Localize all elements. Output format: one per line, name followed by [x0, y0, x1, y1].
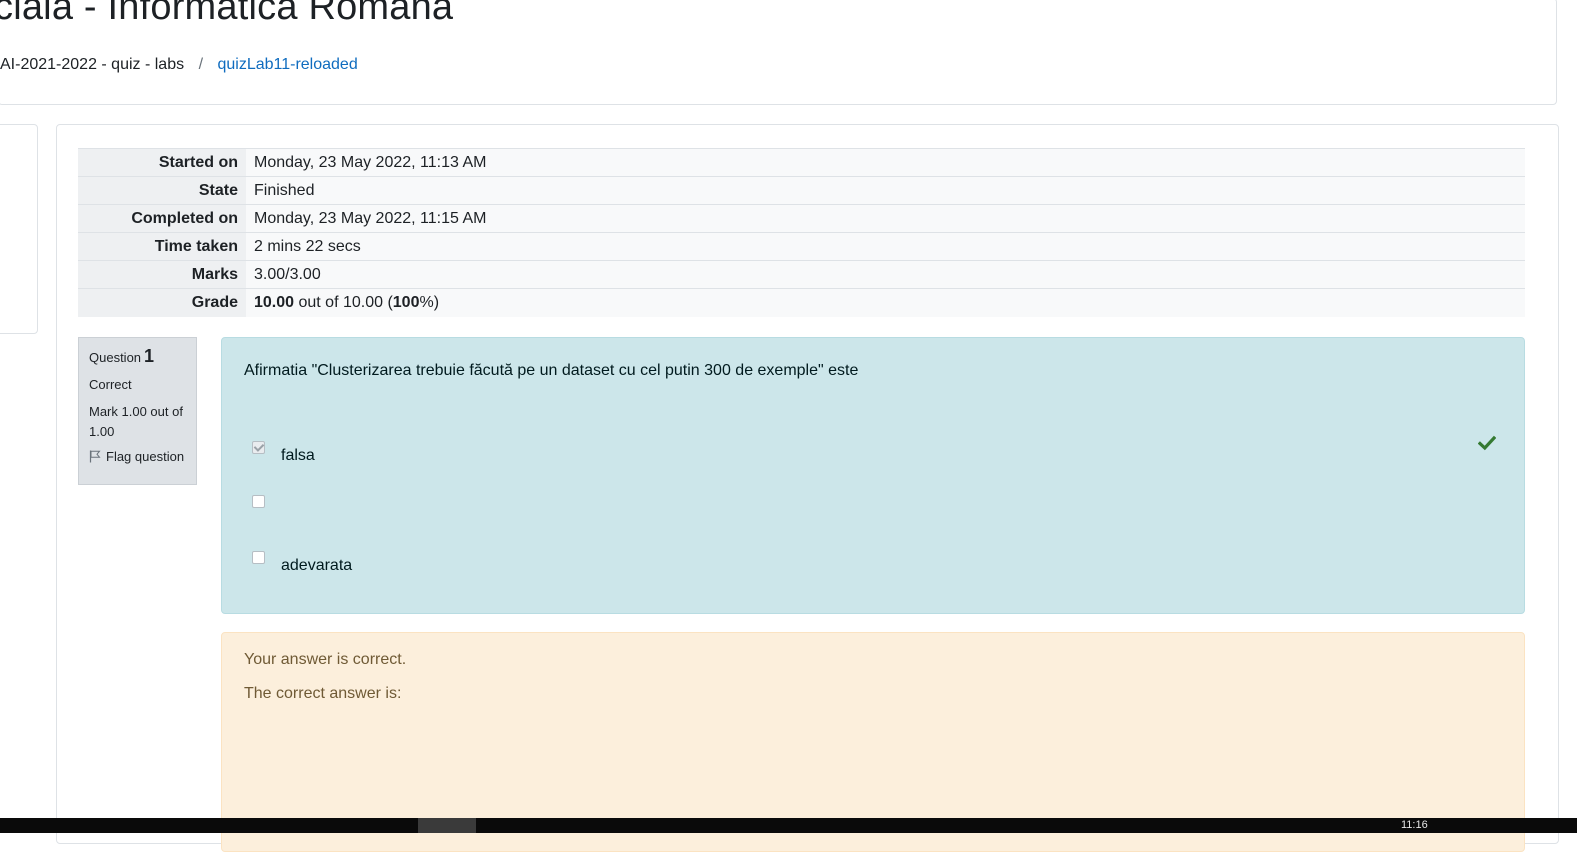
answer-checkbox[interactable]: [252, 551, 265, 564]
flag-question-label: Flag question: [106, 449, 185, 464]
summary-row: Completed on Monday, 23 May 2022, 11:15 …: [78, 204, 1525, 233]
taskbar-clock: 11:16: [1401, 819, 1428, 831]
answer-option: falsa: [252, 441, 315, 465]
question-number: Question 1: [89, 346, 186, 367]
grade-score: 10.00: [254, 293, 295, 311]
summary-value-grade: 10.00 out of 10.00 (100%): [246, 288, 1525, 317]
summary-row: Marks 3.00/3.00: [78, 260, 1525, 289]
side-block: [0, 124, 38, 334]
summary-label-state: State: [78, 176, 246, 205]
summary-label-marks: Marks: [78, 260, 246, 289]
answer-checkbox-checked[interactable]: [252, 441, 265, 454]
grade-suffix: %): [419, 293, 440, 311]
feedback-correct-answer: The correct answer is:: [244, 685, 402, 702]
summary-label-grade: Grade: [78, 288, 246, 317]
flag-icon: [89, 450, 101, 463]
summary-row: State Finished: [78, 176, 1525, 205]
quiz-summary-table: Started on Monday, 23 May 2022, 11:13 AM…: [78, 148, 1525, 317]
correct-check-icon: [1478, 435, 1496, 451]
summary-value-completed: Monday, 23 May 2022, 11:15 AM: [246, 204, 1525, 233]
question-number-value: 1: [144, 346, 155, 366]
answer-label: falsa: [281, 447, 315, 464]
question-formulation: Afirmatia "Clusterizarea trebuie făcută …: [221, 337, 1525, 614]
summary-label-completed: Completed on: [78, 204, 246, 233]
feedback-result: Your answer is correct.: [244, 651, 407, 668]
breadcrumb-item-quiz[interactable]: quizLab11-reloaded: [217, 56, 357, 73]
flag-question-button[interactable]: Flag question: [89, 449, 186, 464]
summary-label-started: Started on: [78, 148, 246, 177]
grade-out-of: out of 10.00 (: [294, 293, 393, 311]
summary-value-marks: 3.00/3.00: [246, 260, 1525, 289]
breadcrumb-separator: /: [198, 56, 204, 73]
breadcrumb: AI-2021-2022 - quiz - labs / quizLab11-r…: [0, 56, 358, 74]
summary-value-state: Finished: [246, 176, 1525, 205]
summary-row: Time taken 2 mins 22 secs: [78, 232, 1525, 261]
summary-row: Started on Monday, 23 May 2022, 11:13 AM: [78, 148, 1525, 177]
summary-label-time-taken: Time taken: [78, 232, 246, 261]
answer-label: adevarata: [281, 557, 353, 574]
answer-option: adevarata: [252, 551, 352, 575]
summary-value-time-taken: 2 mins 22 secs: [246, 232, 1525, 261]
question-number-label: Question: [89, 350, 142, 365]
summary-value-started: Monday, 23 May 2022, 11:13 AM: [246, 148, 1525, 177]
question-info-panel: Question 1 Correct Mark 1.00 out of 1.00 …: [78, 337, 197, 485]
answer-option: [252, 495, 281, 508]
summary-row: Grade 10.00 out of 10.00 (100%): [78, 288, 1525, 317]
answer-checkbox[interactable]: [252, 495, 265, 508]
question-text: Afirmatia "Clusterizarea trebuie făcută …: [244, 362, 859, 379]
page-title: ciala - Informatica Romana: [0, 0, 454, 28]
question-mark: Mark 1.00 out of 1.00: [89, 404, 183, 439]
os-taskbar: 11:16: [0, 818, 1577, 833]
grade-percent: 100: [392, 293, 420, 311]
breadcrumb-item-course[interactable]: AI-2021-2022 - quiz - labs: [0, 56, 184, 73]
question-state: Correct: [89, 377, 132, 392]
taskbar-app-button[interactable]: [418, 818, 476, 833]
